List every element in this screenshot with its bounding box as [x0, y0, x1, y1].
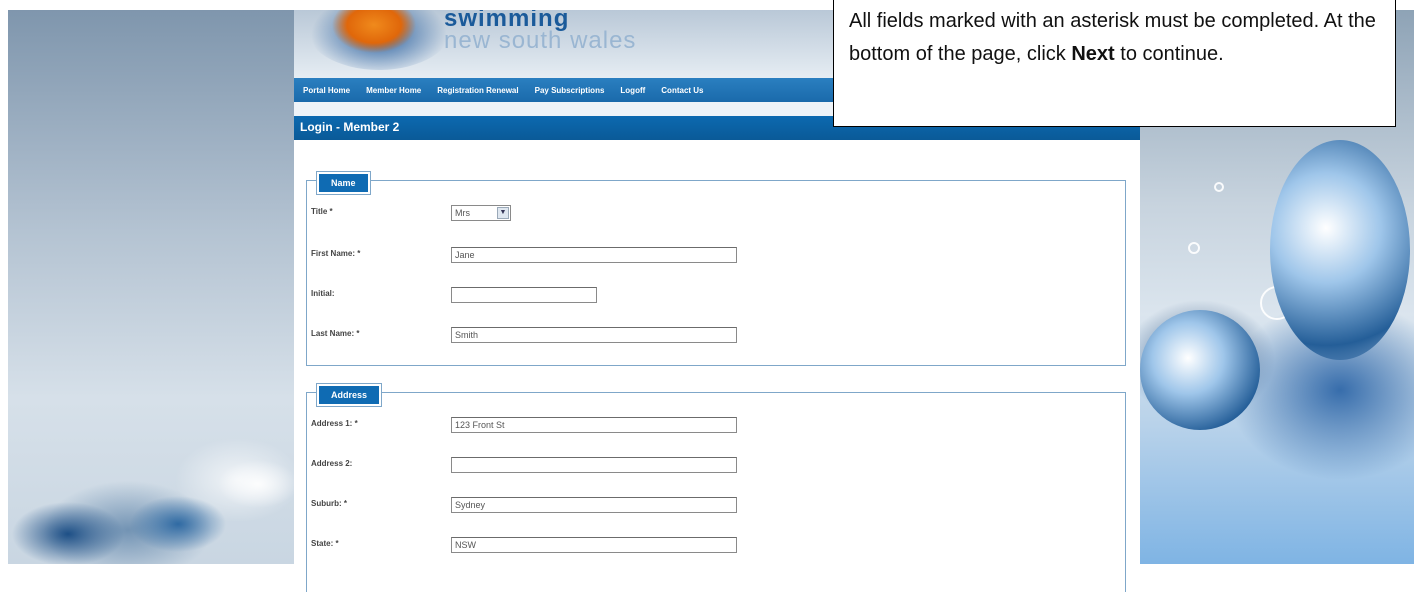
- state-label: State: *: [311, 539, 339, 548]
- initial-row: Initial:: [307, 287, 1127, 307]
- logo-line-2: new south wales: [444, 27, 637, 54]
- initial-label: Initial:: [311, 289, 335, 298]
- address1-input[interactable]: [451, 417, 737, 433]
- name-legend: Name: [317, 172, 370, 194]
- nav-member-home[interactable]: Member Home: [366, 86, 421, 95]
- instruction-callout: All fields marked with an asterisk must …: [833, 0, 1396, 127]
- last-name-row: Last Name: *: [307, 327, 1127, 347]
- address-legend: Address: [317, 384, 382, 406]
- state-row: State: *: [307, 537, 1127, 557]
- suburb-row: Suburb: *: [307, 497, 1127, 517]
- water-wave: [1140, 310, 1260, 430]
- address1-row: Address 1: *: [307, 417, 1127, 437]
- address1-label: Address 1: *: [311, 419, 358, 428]
- bubble: [1188, 242, 1200, 254]
- nav-logoff[interactable]: Logoff: [620, 86, 645, 95]
- swimming-nsw-logo-icon: [304, 10, 454, 70]
- site-logo-text: swimming new south wales: [444, 10, 637, 54]
- name-fieldset: Name Title * Mrs ▼ First Name: * Initial…: [306, 172, 1127, 366]
- first-name-row: First Name: *: [307, 247, 1127, 267]
- title-label: Title *: [311, 207, 333, 216]
- background-water-left: [8, 10, 294, 564]
- last-name-label: Last Name: *: [311, 329, 360, 338]
- suburb-label: Suburb: *: [311, 499, 347, 508]
- title-select[interactable]: Mrs ▼: [451, 205, 511, 221]
- callout-next-word: Next: [1071, 43, 1115, 65]
- page-title: Login - Member 2: [300, 120, 400, 134]
- nav-pay-subscriptions[interactable]: Pay Subscriptions: [535, 86, 605, 95]
- state-input[interactable]: [451, 537, 737, 553]
- suburb-input[interactable]: [451, 497, 737, 513]
- address-fieldset: Address Address 1: * Address 2: Suburb: …: [306, 384, 1127, 592]
- nav-contact-us[interactable]: Contact Us: [661, 86, 703, 95]
- water-splash-left: [8, 424, 294, 564]
- address2-input[interactable]: [451, 457, 737, 473]
- bubble: [1214, 182, 1224, 192]
- nav-registration-renewal[interactable]: Registration Renewal: [437, 86, 518, 95]
- initial-input[interactable]: [451, 287, 597, 303]
- title-select-value: Mrs: [455, 208, 470, 218]
- first-name-label: First Name: *: [311, 249, 361, 258]
- callout-text-end: to continue.: [1114, 43, 1224, 65]
- first-name-input[interactable]: [451, 247, 737, 263]
- water-wave: [1270, 140, 1410, 360]
- address2-label: Address 2:: [311, 459, 353, 468]
- address2-row: Address 2:: [307, 457, 1127, 477]
- chevron-down-icon[interactable]: ▼: [497, 207, 509, 219]
- title-row: Title * Mrs ▼: [307, 205, 1127, 225]
- nav-portal-home[interactable]: Portal Home: [303, 86, 350, 95]
- last-name-input[interactable]: [451, 327, 737, 343]
